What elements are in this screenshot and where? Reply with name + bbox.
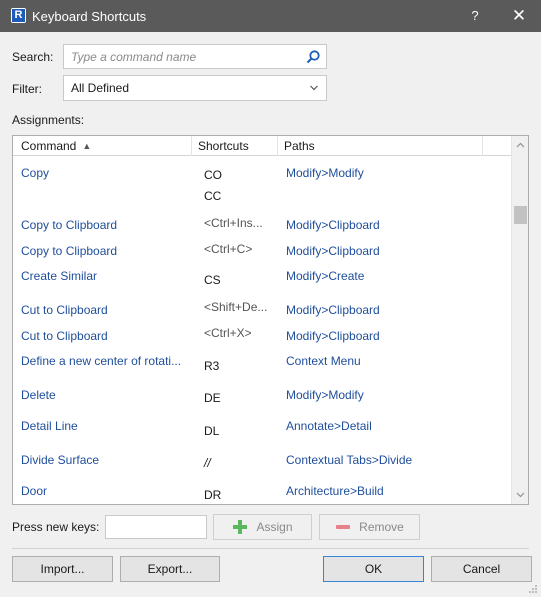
row-command: Cut to Clipboard xyxy=(21,303,108,317)
import-button[interactable]: Import... xyxy=(12,556,113,582)
row-shortcut: <Ctrl+Ins... xyxy=(204,216,263,230)
table-row[interactable]: Copy to Clipboard <Ctrl+C> Modify>Clipbo… xyxy=(13,236,512,262)
row-command: Copy xyxy=(21,166,50,180)
row-shortcut: <Shift+De... xyxy=(204,300,268,314)
table-row[interactable]: Cut to Clipboard <Shift+De... Modify>Cli… xyxy=(13,295,512,321)
table-row[interactable]: Delete DE Modify>Modify xyxy=(13,380,512,412)
table-row[interactable]: Copy to Clipboard <Ctrl+Ins... Modify>Cl… xyxy=(13,210,512,236)
row-path: Modify>Modify xyxy=(286,388,364,402)
search-label: Search: xyxy=(12,50,54,64)
search-icon[interactable] xyxy=(305,49,321,65)
revit-app-icon: R xyxy=(11,8,26,23)
table-header: Command ▲ Shortcuts Paths xyxy=(13,136,512,156)
row-command: Cut to Clipboard xyxy=(21,329,108,343)
row-command: Copy to Clipboard xyxy=(21,244,118,258)
minus-icon xyxy=(336,525,351,529)
chevron-down-icon xyxy=(310,85,318,91)
help-button[interactable]: ? xyxy=(462,4,488,28)
ok-button[interactable]: OK xyxy=(323,556,424,582)
row-shortcut: DE xyxy=(204,391,221,405)
row-path: Contextual Tabs>Divide xyxy=(286,453,413,467)
app-icon-letter: R xyxy=(12,9,25,22)
column-header-shortcuts[interactable]: Shortcuts xyxy=(192,136,278,156)
cancel-button[interactable]: Cancel xyxy=(431,556,532,582)
table-row[interactable]: Divide Surface // Contextual Tabs>Divide xyxy=(13,445,512,477)
row-command: Copy to Clipboard xyxy=(21,218,118,232)
row-path: Modify>Clipboard xyxy=(286,303,380,317)
remove-button[interactable]: Remove xyxy=(319,514,420,540)
table-row[interactable]: Create Similar CS Modify>Create xyxy=(13,262,512,295)
row-shortcut: DL xyxy=(204,424,220,438)
row-command: Define a new center of rotati... xyxy=(21,354,182,368)
plus-icon xyxy=(233,520,248,534)
assign-button[interactable]: Assign xyxy=(213,514,312,540)
row-path: Modify>Clipboard xyxy=(286,244,380,258)
row-shortcut: CO xyxy=(204,168,222,182)
row-path: Annotate>Detail xyxy=(286,419,372,433)
row-shortcut: <Ctrl+C> xyxy=(204,242,253,256)
remove-button-label: Remove xyxy=(359,520,404,534)
row-shortcut: CS xyxy=(204,273,221,287)
assign-button-label: Assign xyxy=(256,520,293,534)
row-command: Door xyxy=(21,484,48,498)
filter-label: Filter: xyxy=(12,82,42,96)
window-title: Keyboard Shortcuts xyxy=(32,9,147,24)
row-command: Delete xyxy=(21,388,56,402)
scrollbar-thumb[interactable] xyxy=(514,206,527,224)
assignments-table: Command ▲ Shortcuts Paths Copy CO CC Modi… xyxy=(12,135,529,505)
row-path: Architecture>Build xyxy=(286,484,384,498)
row-path: Modify>Clipboard xyxy=(286,218,380,232)
row-command: Detail Line xyxy=(21,419,78,433)
row-shortcut: R3 xyxy=(204,359,220,373)
sort-ascending-icon: ▲ xyxy=(82,141,92,151)
row-path: Modify>Create xyxy=(286,269,365,283)
scroll-down-arrow-icon[interactable] xyxy=(512,488,529,502)
filter-dropdown[interactable]: All Defined xyxy=(63,75,327,101)
vertical-scrollbar[interactable] xyxy=(511,136,528,504)
search-input[interactable]: Type a command name xyxy=(63,44,327,69)
press-new-keys-label: Press new keys: xyxy=(12,520,100,534)
export-button[interactable]: Export... xyxy=(120,556,220,582)
row-path: Modify>Modify xyxy=(286,166,364,180)
row-path: Context Menu xyxy=(286,354,361,368)
column-header-command[interactable]: Command ▲ xyxy=(13,136,192,156)
close-button[interactable]: ✕ xyxy=(506,4,532,28)
row-path: Modify>Clipboard xyxy=(286,329,380,343)
column-header-paths[interactable]: Paths xyxy=(278,136,483,156)
row-shortcut: <Ctrl+X> xyxy=(204,326,252,340)
table-row[interactable]: Detail Line DL Annotate>Detail xyxy=(13,412,512,445)
resize-grip-icon[interactable] xyxy=(528,584,538,594)
row-shortcut: DR xyxy=(204,488,222,502)
column-header-command-label: Command xyxy=(21,139,77,153)
title-bar: R Keyboard Shortcuts ? ✕ xyxy=(0,0,541,32)
filter-selected-value: All Defined xyxy=(71,81,130,95)
table-row[interactable]: Door DR Architecture>Build xyxy=(13,477,512,504)
row-command: Create Similar xyxy=(21,269,98,283)
footer-divider xyxy=(12,548,529,549)
table-row[interactable]: Cut to Clipboard <Ctrl+X> Modify>Clipboa… xyxy=(13,321,512,347)
assignments-label: Assignments: xyxy=(12,113,85,127)
table-row[interactable]: Define a new center of rotati... R3 Cont… xyxy=(13,347,512,380)
row-shortcut-secondary: CC xyxy=(204,189,222,203)
scroll-up-arrow-icon[interactable] xyxy=(512,138,529,152)
row-command: Divide Surface xyxy=(21,453,100,467)
press-new-keys-input[interactable] xyxy=(105,515,207,539)
search-placeholder: Type a command name xyxy=(71,50,197,64)
table-row[interactable]: Copy CO CC Modify>Modify xyxy=(13,158,512,210)
row-shortcut: // xyxy=(204,456,211,470)
